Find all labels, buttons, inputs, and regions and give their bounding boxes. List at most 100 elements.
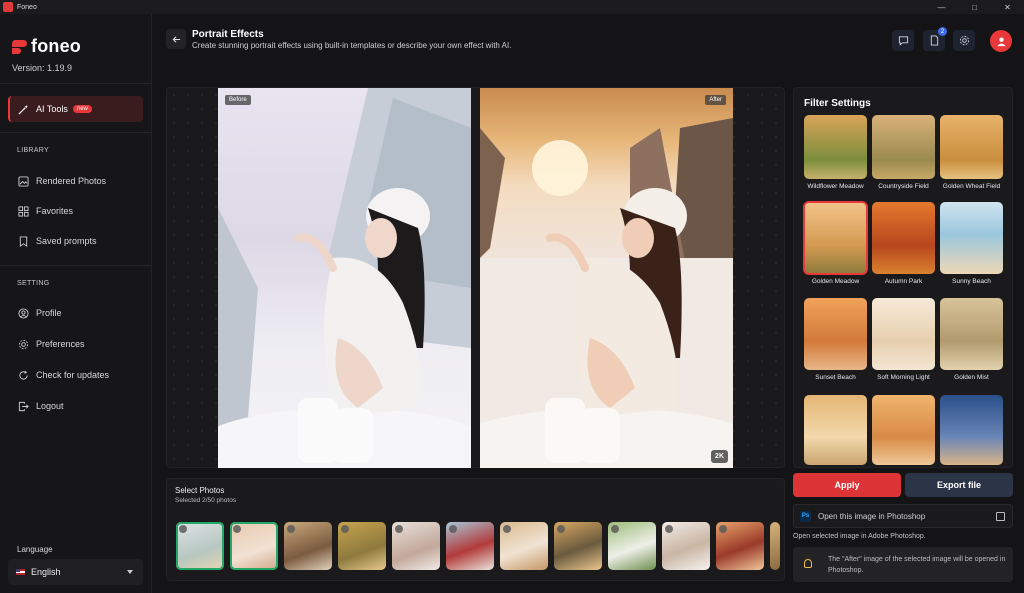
filter-card[interactable] [804,395,867,465]
filter-name: Golden Meadow [811,278,860,285]
checkbox-icon [557,525,565,533]
checkbox-icon [449,525,457,533]
filter-name: Soft Morning Light [877,374,930,381]
photo-thumbnail[interactable] [554,522,602,570]
after-image[interactable]: After 2K [480,88,733,468]
bookmark-icon [19,235,28,247]
us-flag-icon [16,569,25,575]
close-window-button[interactable]: ✕ [991,0,1024,14]
refresh-icon [19,370,28,380]
filter-countryside-field[interactable]: Countryside Field [872,115,935,190]
filter-golden-mist[interactable]: Golden Mist [940,298,1003,381]
photo-thumbnail[interactable] [500,522,548,570]
photoshop-icon: Ps [800,510,811,522]
checkbox-icon [233,525,241,533]
filter-preview [803,201,868,275]
filter-preview [804,395,867,465]
photo-thumbnail[interactable] [338,522,386,570]
filter-card[interactable] [940,395,1003,465]
checkbox-icon [611,525,619,533]
language-label: Language [17,545,53,554]
photo-thumbnail[interactable] [662,522,710,570]
filter-name: Sunny Beach [952,278,991,285]
sidebar-item-label: Rendered Photos [36,176,107,186]
photo-thumbnail[interactable] [230,522,278,570]
sidebar-item-ai-tools[interactable]: AI Tools new [8,96,143,122]
filter-preview [872,298,935,370]
photo-thumbnail[interactable] [716,522,764,570]
gear-icon [959,35,969,46]
photo-thumbnail[interactable] [176,522,224,570]
photo-thumbnail[interactable] [608,522,656,570]
sidebar-item-label: Logout [36,401,64,411]
before-image[interactable]: Before [218,88,471,468]
language-select[interactable]: English [8,559,143,585]
sidebar-item-saved-prompts[interactable]: Saved prompts [18,234,97,248]
open-in-photoshop-button[interactable]: Ps Open this image in Photoshop [793,504,1013,528]
app-version: Version: 1.19.9 [12,63,73,73]
sidebar-item-rendered-photos[interactable]: Rendered Photos [18,174,106,188]
filter-preview [804,298,867,370]
sidebar-item-label: AI Tools [36,104,68,114]
chat-icon [898,36,908,46]
feedback-button[interactable] [892,30,914,51]
filter-golden-meadow[interactable]: Golden Meadow [803,201,868,285]
logo: foneo [12,36,81,57]
filter-name: Countryside Field [878,183,929,190]
minimize-button[interactable]: — [925,0,958,14]
photo-thumbnail[interactable] [284,522,332,570]
back-button[interactable] [166,29,186,49]
export-file-button[interactable]: Export file [905,473,1013,497]
settings-button[interactable] [953,30,975,51]
checkbox-icon [395,525,403,533]
library-heading: LIBRARY [17,147,49,154]
notification-badge: 2 [938,27,947,36]
maximize-button[interactable]: □ [958,0,991,14]
filter-card[interactable] [872,395,935,465]
page-subtitle: Create stunning portrait effects using b… [192,41,512,50]
filter-preview [872,395,935,465]
divider [0,83,151,84]
select-photos-title: Select Photos [175,486,225,495]
filter-autumn-park[interactable]: Autumn Park [872,202,935,285]
photo-thumbnail[interactable] [392,522,440,570]
window-title: Foneo [17,3,37,11]
apply-button[interactable]: Apply [793,473,901,497]
sidebar-item-label: Saved prompts [36,236,97,246]
filter-wildflower-meadow[interactable]: Wildflower Meadow [804,115,867,190]
photoshop-note: The "After" image of the selected image … [793,547,1013,582]
filter-name: Wildflower Meadow [807,183,864,190]
filter-preview [872,115,935,179]
photo-thumbnail[interactable] [446,522,494,570]
filter-preview [940,115,1003,179]
before-label: Before [225,95,251,105]
sidebar-item-label: Favorites [36,206,74,216]
setting-heading: SETTING [17,280,50,287]
after-photo-illustration [480,118,733,468]
filter-golden-wheat-field[interactable]: Golden Wheat Field [940,115,1003,190]
sidebar-item-check-updates[interactable]: Check for updates [18,368,109,382]
before-photo-illustration [218,88,471,468]
filter-preview [940,395,1003,465]
chevron-down-icon [127,570,133,574]
filter-preview [804,115,867,179]
app-icon [3,2,13,12]
filter-sunset-beach[interactable]: Sunset Beach [804,298,867,381]
sidebar-item-profile[interactable]: Profile [18,306,62,320]
photo-thumbnail[interactable] [770,522,780,570]
magic-wand-icon [18,104,29,115]
page-title: Portrait Effects [192,29,264,40]
sidebar-item-favorites[interactable]: Favorites [18,204,73,218]
sidebar-item-preferences[interactable]: Preferences [18,337,85,351]
documents-button[interactable]: 2 [923,27,947,51]
sidebar-item-logout[interactable]: Logout [18,399,64,413]
divider [0,132,151,133]
filter-sunny-beach[interactable]: Sunny Beach [940,202,1003,285]
filter-name: Autumn Park [884,278,923,285]
select-photos-count: Selected 2/50 photos [175,497,237,504]
document-icon [930,35,938,46]
avatar[interactable] [990,30,1012,52]
sidebar-item-label: Preferences [36,339,85,349]
title-bar: Foneo — □ ✕ [0,0,1024,14]
filter-soft-morning-light[interactable]: Soft Morning Light [872,298,935,381]
